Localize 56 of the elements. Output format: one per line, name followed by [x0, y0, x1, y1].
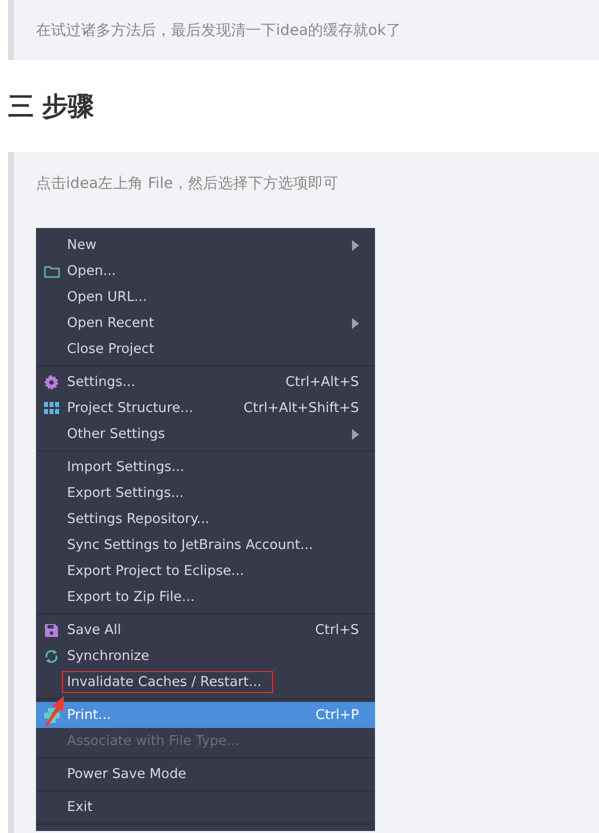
menu-item-label: Import Settings...: [66, 458, 186, 477]
menu-item-label: Print...: [66, 706, 112, 725]
menu-item[interactable]: New: [36, 232, 375, 258]
menu-item-label: Open...: [66, 262, 117, 281]
menu-item[interactable]: Invalidate Caches / Restart...: [36, 669, 375, 695]
save-icon: [44, 622, 59, 638]
menu-item[interactable]: Export to Zip File...: [36, 584, 375, 610]
menu-item[interactable]: Export Settings...: [36, 480, 375, 506]
heading-number: 三: [8, 90, 34, 124]
menu-item-label: Export Settings...: [66, 484, 185, 503]
menu-item[interactable]: Settings Repository...: [36, 506, 375, 532]
menu-item[interactable]: Synchronize: [36, 643, 375, 669]
menu-item-label: Settings Repository...: [66, 510, 210, 529]
menu-item-label: Project Structure...: [66, 399, 194, 418]
submenu-arrow-icon: [352, 428, 359, 440]
menu-item[interactable]: Close Project: [36, 336, 375, 362]
menu-item-label: Other Settings: [66, 425, 166, 444]
grid-icon: [44, 402, 59, 414]
menu-item[interactable]: Save All Ctrl+S: [36, 617, 375, 643]
menu-item[interactable]: Exit: [36, 794, 375, 820]
shortcut-text: Ctrl+Alt+Shift+S: [244, 400, 359, 416]
shortcut-text: Ctrl+Alt+S: [286, 374, 359, 390]
menu-item-label: Synchronize: [66, 647, 150, 666]
sync-icon: [44, 648, 59, 664]
menu-item[interactable]: Settings... Ctrl+Alt+S: [36, 369, 375, 395]
menu-item[interactable]: Other Settings: [36, 421, 375, 447]
submenu-arrow-icon: [352, 240, 359, 250]
menu-item-label: Close Project: [66, 340, 156, 359]
menu-item-label: Export to Zip File...: [66, 588, 196, 607]
menu-item-label: Save All: [66, 621, 122, 640]
menu-item-label: Invalidate Caches / Restart...: [62, 671, 273, 693]
menu-item-label: Power Save Mode: [66, 765, 188, 784]
menu-item-label: Open Recent: [66, 314, 156, 333]
shortcut-text: Ctrl+S: [315, 622, 359, 638]
shortcut-text: Ctrl+P: [316, 707, 359, 723]
menu-item-label: Exit: [66, 798, 94, 817]
note-text: 在试过诸多方法后，最后发现清一下idea的缓存就ok了: [36, 20, 401, 40]
menu-item-label: New: [66, 236, 98, 255]
gear-icon: [44, 374, 59, 390]
step-text: 点击idea左上角 File，然后选择下方选项即可: [36, 174, 339, 193]
menu-item[interactable]: Open URL...: [36, 284, 375, 310]
menu-item-label: Export Project to Eclipse...: [66, 562, 246, 581]
folder-icon: [44, 264, 60, 278]
menu-item-label: Sync Settings to JetBrains Account...: [66, 536, 314, 555]
menu-item[interactable]: Import Settings...: [36, 454, 375, 480]
menu-item[interactable]: Project Structure... Ctrl+Alt+Shift+S: [36, 395, 375, 421]
menu-item[interactable]: Sync Settings to JetBrains Account...: [36, 532, 375, 558]
menu-item[interactable]: Export Project to Eclipse...: [36, 558, 375, 584]
heading-title: 步骤: [42, 90, 94, 124]
menu-item-label: Settings...: [66, 373, 136, 392]
menu-item[interactable]: Open...: [36, 258, 375, 284]
menu-item[interactable]: Power Save Mode: [36, 761, 375, 787]
annotation-arrow: [44, 695, 66, 727]
submenu-arrow-icon: [352, 318, 359, 328]
menu-item-label: Open URL...: [66, 288, 148, 307]
menu-item[interactable]: Open Recent: [36, 310, 375, 336]
